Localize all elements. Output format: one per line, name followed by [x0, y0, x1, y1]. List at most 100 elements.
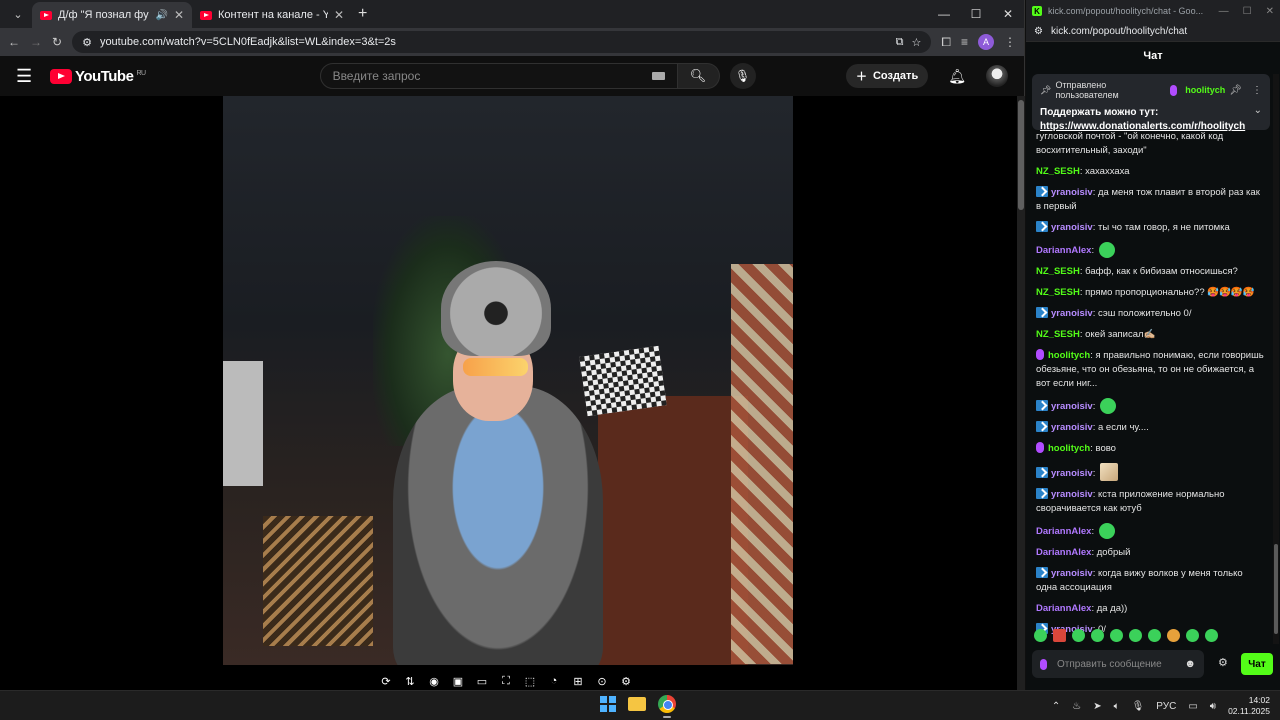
chat-username[interactable]: NZ_SESH	[1036, 266, 1080, 277]
media-icon[interactable]: ≡	[961, 35, 968, 49]
emote-icon[interactable]	[1034, 629, 1047, 642]
emoji-picker-icon[interactable]: ☻	[1184, 658, 1196, 670]
emote-icon[interactable]	[1186, 629, 1199, 642]
maximize-icon[interactable]: ☐	[960, 7, 992, 21]
tray-chevron-icon[interactable]: ⌃	[1052, 701, 1060, 712]
page-scrollbar[interactable]	[1017, 96, 1025, 690]
chat-username[interactable]: NZ_SESH	[1036, 166, 1080, 177]
chat-username[interactable]: hoolitych	[1048, 350, 1090, 361]
chat-username[interactable]: DariannAlex	[1036, 547, 1091, 558]
send-chat-button[interactable]: Чат	[1241, 653, 1273, 675]
emote-icon[interactable]	[1053, 629, 1066, 642]
back-icon[interactable]: ←	[8, 35, 20, 49]
cinema-icon[interactable]: ▭	[474, 674, 490, 688]
chat-message-input[interactable]: Отправить сообщение ☻	[1032, 650, 1204, 678]
scrollbar-thumb[interactable]	[1274, 544, 1278, 634]
minimize-icon[interactable]: —	[928, 7, 960, 21]
tab-channel-content[interactable]: Контент на канале - YouTube ✕	[192, 2, 352, 28]
site-info-icon[interactable]: ⚙	[82, 36, 92, 49]
reload-icon[interactable]: ↻	[52, 35, 62, 49]
search-input[interactable]: Введите запрос	[319, 63, 678, 89]
microphone-tray-icon[interactable]: 🎙︎	[1132, 701, 1145, 712]
new-tab-icon[interactable]: +	[358, 5, 367, 23]
chat-username[interactable]: hoolitych	[1048, 443, 1090, 454]
fullscreen-icon[interactable]: ⛶	[498, 674, 514, 688]
speaker-tray-icon[interactable]: 🔈︎	[1114, 701, 1120, 712]
scrollbar-thumb[interactable]	[1018, 100, 1024, 210]
donation-link[interactable]: https://www.donationalerts.com/r/hoolity…	[1040, 120, 1262, 134]
chat-username[interactable]: DariannAlex	[1036, 603, 1091, 614]
network-icon[interactable]: ▭	[1188, 701, 1197, 712]
chat-username[interactable]: yranoisiv	[1051, 489, 1093, 500]
tab-search-icon[interactable]: ⌄	[8, 4, 28, 24]
video-frame[interactable]	[223, 96, 793, 665]
chrome-taskbar-item[interactable]	[658, 695, 676, 718]
video-player[interactable]: ⟳ ⇅ ◉ ▣ ▭ ⛶ ⬚ ◔ ⊞ ⊙ ⚙	[0, 96, 1017, 690]
voice-search-button[interactable]: 🎙︎	[729, 63, 756, 89]
screenshot-icon[interactable]: ⊙	[594, 674, 610, 688]
extensions-icon[interactable]: ⧠	[941, 35, 951, 50]
more-options-icon[interactable]: ⋮	[1252, 85, 1262, 96]
emote-icon[interactable]	[1091, 629, 1104, 642]
emote-icon[interactable]	[1072, 629, 1085, 642]
volume-icon[interactable]: 🔊︎	[1210, 701, 1216, 712]
chat-username[interactable]: yranoisiv	[1051, 222, 1093, 233]
chat-username[interactable]: yranoisiv	[1051, 308, 1093, 319]
clock[interactable]: 14:02 02.11.2025	[1228, 695, 1270, 717]
crop-icon[interactable]: ⬚	[522, 674, 538, 688]
chat-username[interactable]: NZ_SESH	[1036, 329, 1080, 340]
start-menu-icon[interactable]	[600, 696, 616, 712]
unpin-icon[interactable]: 📌︎	[1229, 85, 1242, 96]
chat-scrollbar[interactable]	[1273, 74, 1279, 644]
settings-gear-icon[interactable]: ⚙	[618, 674, 634, 688]
chat-username[interactable]: yranoisiv	[1051, 468, 1093, 479]
pinned-message[interactable]: 📌︎ Отправлено пользователем hoolitych 📌︎…	[1032, 74, 1270, 132]
bookmark-star-icon[interactable]: ☆	[912, 36, 922, 49]
minimize-icon[interactable]: —	[1219, 6, 1229, 17]
speed-icon[interactable]: ◔	[546, 674, 562, 688]
chat-username[interactable]: yranoisiv	[1051, 568, 1093, 579]
pip-icon[interactable]: ▣	[450, 674, 466, 688]
speaker-icon[interactable]: 🔊	[155, 10, 167, 21]
chat-settings-icon[interactable]: ⚙	[1218, 656, 1228, 669]
emote-icon[interactable]	[1148, 629, 1161, 642]
maximize-icon[interactable]: ☐	[1243, 6, 1252, 17]
sort-icon[interactable]: ⇅	[402, 674, 418, 688]
emote-icon[interactable]	[1129, 629, 1142, 642]
create-button[interactable]: ＋ Создать	[845, 64, 929, 88]
hamburger-menu-icon[interactable]: ☰	[16, 66, 36, 87]
youtube-logo[interactable]: YouTube RU	[50, 68, 146, 85]
address-bar[interactable]: ⚙ youtube.com/watch?v=5CLN0fEadjk&list=W…	[72, 31, 932, 53]
emote-icon[interactable]	[1110, 629, 1123, 642]
close-tab-icon[interactable]: ✕	[334, 8, 344, 22]
search-button[interactable]: 🔍︎	[677, 63, 720, 89]
chat-username[interactable]: DariannAlex	[1036, 245, 1091, 256]
broadcast-icon[interactable]: ◉	[426, 674, 442, 688]
chat-username[interactable]: yranoisiv	[1051, 401, 1093, 412]
emote-icon[interactable]	[1205, 629, 1218, 642]
account-avatar[interactable]	[986, 65, 1008, 87]
close-tab-icon[interactable]: ✕	[174, 8, 184, 22]
close-window-icon[interactable]: ✕	[992, 7, 1024, 21]
telegram-icon[interactable]: ➤	[1093, 701, 1101, 712]
keyboard-icon[interactable]	[651, 72, 665, 80]
language-indicator[interactable]: РУС	[1156, 701, 1176, 712]
chat-username[interactable]: yranoisiv	[1051, 187, 1093, 198]
frame-icon[interactable]: ⊞	[570, 674, 586, 688]
pinned-user[interactable]: hoolitych	[1185, 85, 1225, 95]
tab-video[interactable]: Д/ф "Я познал фурри, так 🔊 ✕	[32, 2, 192, 28]
close-window-icon[interactable]: ✕	[1266, 6, 1274, 17]
steam-icon[interactable]: ♨	[1072, 701, 1081, 712]
chat-username[interactable]: NZ_SESH	[1036, 287, 1080, 298]
file-explorer-icon[interactable]	[628, 697, 646, 711]
notifications-bell-icon[interactable]: 🔔︎	[948, 68, 966, 85]
forward-icon[interactable]: →	[30, 35, 42, 49]
profile-avatar[interactable]: A	[978, 34, 994, 50]
menu-dots-icon[interactable]: ⋮	[1004, 35, 1016, 49]
chat-username[interactable]: DariannAlex	[1036, 526, 1091, 537]
chevron-down-icon[interactable]: ⌄	[1254, 105, 1262, 116]
loop-icon[interactable]: ⟳	[378, 674, 394, 688]
cast-icon[interactable]: ⧉	[896, 36, 904, 49]
chat-username[interactable]: yranoisiv	[1051, 422, 1093, 433]
emote-icon[interactable]	[1167, 629, 1180, 642]
